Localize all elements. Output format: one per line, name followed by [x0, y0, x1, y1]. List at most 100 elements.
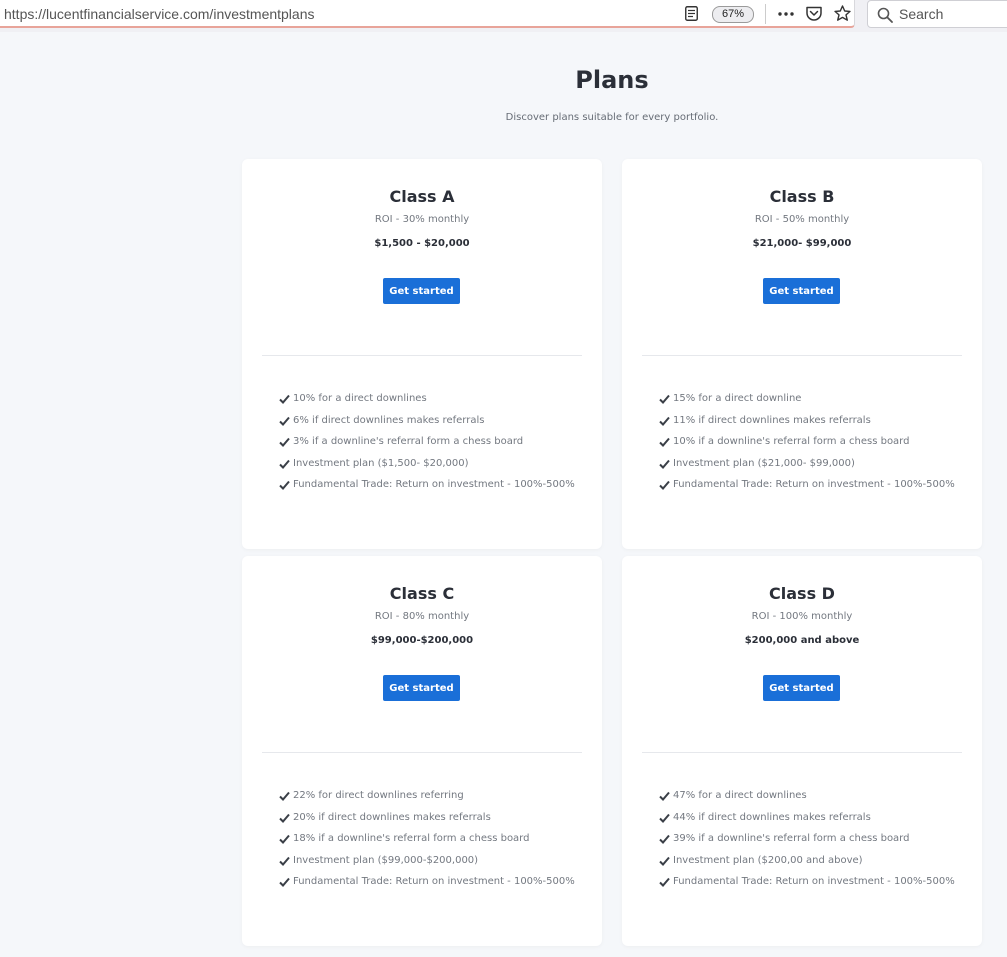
bookmark-star-icon[interactable] — [834, 5, 851, 22]
plan-range: $1,500 - $20,000 — [374, 238, 470, 249]
url-host: https://lucentfinancialservice.com/ — [4, 6, 214, 22]
get-started-button[interactable]: Get started — [383, 675, 460, 701]
plan-name: Class D — [769, 584, 835, 603]
divider — [262, 752, 582, 753]
feature-text: Investment plan ($1,500- $20,000) — [293, 457, 469, 469]
check-icon — [659, 878, 670, 888]
check-icon — [659, 791, 670, 801]
check-icon — [659, 481, 670, 491]
feature-text: Investment plan ($21,000- $99,000) — [673, 457, 855, 469]
feature-text: 15% for a direct downline — [673, 393, 802, 404]
check-icon — [279, 459, 290, 469]
feature-item: Fundamental Trade: Return on investment … — [659, 876, 955, 898]
more-icon[interactable] — [777, 5, 795, 23]
divider — [262, 355, 582, 356]
feature-list: 47% for a direct downlines 44% if direct… — [659, 790, 955, 898]
toolbar-separator — [765, 4, 766, 24]
feature-item: 44% if direct downlines makes referrals — [659, 812, 955, 834]
feature-text: 22% for direct downlines referring — [293, 790, 464, 801]
check-icon — [279, 394, 290, 404]
feature-text: Fundamental Trade: Return on investment … — [673, 876, 955, 888]
browser-toolbar: https://lucentfinancialservice.com/inves… — [0, 0, 1007, 32]
feature-text: 6% if direct downlines makes referrals — [293, 414, 485, 426]
feature-text: 47% for a direct downlines — [673, 790, 807, 801]
address-bar[interactable]: https://lucentfinancialservice.com/inves… — [0, 0, 855, 28]
check-icon — [279, 416, 290, 426]
check-icon — [659, 835, 670, 845]
feature-text: 10% for a direct downlines — [293, 393, 427, 404]
feature-text: 20% if direct downlines makes referrals — [293, 811, 491, 823]
reader-view-icon[interactable] — [685, 6, 698, 21]
check-icon — [659, 416, 670, 426]
feature-item: Fundamental Trade: Return on investment … — [279, 479, 575, 501]
feature-item: Fundamental Trade: Return on investment … — [279, 876, 575, 898]
divider — [642, 355, 962, 356]
page-title: Plans — [575, 66, 649, 94]
feature-text: 18% if a downline's referral form a ches… — [293, 833, 530, 845]
check-icon — [659, 459, 670, 469]
feature-item: Investment plan ($1,500- $20,000) — [279, 458, 575, 480]
feature-item: 6% if direct downlines makes referrals — [279, 415, 575, 437]
divider — [642, 752, 962, 753]
check-icon — [659, 438, 670, 448]
feature-item: 11% if direct downlines makes referrals — [659, 415, 955, 437]
plan-name: Class B — [769, 187, 835, 206]
plan-card-class-a: Class A ROI - 30% monthly $1,500 - $20,0… — [242, 159, 602, 549]
feature-item: 18% if a downline's referral form a ches… — [279, 833, 575, 855]
plan-card-class-b: Class B ROI - 50% monthly $21,000- $99,0… — [622, 159, 982, 549]
check-icon — [659, 856, 670, 866]
check-icon — [279, 813, 290, 823]
feature-item: 10% for a direct downlines — [279, 393, 575, 415]
url-path: investmentplans — [213, 6, 315, 22]
feature-item: Investment plan ($99,000-$200,000) — [279, 855, 575, 877]
plan-roi: ROI - 50% monthly — [754, 214, 850, 225]
feature-item: 10% if a downline's referral form a ches… — [659, 436, 955, 458]
feature-item: 3% if a downline's referral form a chess… — [279, 436, 575, 458]
feature-text: Investment plan ($200,00 and above) — [673, 854, 863, 866]
plan-card-class-c: Class C ROI - 80% monthly $99,000-$200,0… — [242, 556, 602, 946]
feature-item: Investment plan ($21,000- $99,000) — [659, 458, 955, 480]
pocket-icon[interactable] — [806, 5, 822, 22]
plan-card-class-d: Class D ROI - 100% monthly $200,000 and … — [622, 556, 982, 946]
plan-range: $21,000- $99,000 — [752, 238, 852, 249]
get-started-button[interactable]: Get started — [763, 278, 840, 304]
feature-item: 22% for direct downlines referring — [279, 790, 575, 812]
check-icon — [279, 438, 290, 448]
feature-text: Fundamental Trade: Return on investment … — [293, 876, 575, 888]
feature-item: 47% for a direct downlines — [659, 790, 955, 812]
check-icon — [279, 835, 290, 845]
plan-range: $200,000 and above — [744, 635, 860, 646]
feature-text: Fundamental Trade: Return on investment … — [293, 479, 575, 491]
check-icon — [279, 791, 290, 801]
feature-item: 20% if direct downlines makes referrals — [279, 812, 575, 834]
plan-name: Class C — [389, 584, 455, 603]
search-input[interactable] — [899, 3, 1004, 25]
feature-item: 15% for a direct downline — [659, 393, 955, 415]
feature-item: Investment plan ($200,00 and above) — [659, 855, 955, 877]
feature-list: 15% for a direct downline 11% if direct … — [659, 393, 955, 501]
plan-name: Class A — [389, 187, 455, 206]
get-started-button[interactable]: Get started — [763, 675, 840, 701]
plan-roi: ROI - 100% monthly — [751, 611, 853, 622]
feature-item: 39% if a downline's referral form a ches… — [659, 833, 955, 855]
check-icon — [659, 394, 670, 404]
url-text[interactable]: https://lucentfinancialservice.com/inves… — [4, 6, 315, 22]
plan-roi: ROI - 30% monthly — [374, 214, 470, 225]
check-icon — [659, 813, 670, 823]
zoom-level-badge[interactable]: 67% — [712, 6, 754, 23]
feature-text: 11% if direct downlines makes referrals — [673, 414, 871, 426]
check-icon — [279, 481, 290, 491]
check-icon — [279, 856, 290, 866]
search-box[interactable] — [867, 0, 1007, 28]
search-icon — [877, 7, 893, 23]
feature-list: 10% for a direct downlines 6% if direct … — [279, 393, 575, 501]
feature-text: 10% if a downline's referral form a ches… — [673, 436, 910, 448]
plan-roi: ROI - 80% monthly — [374, 611, 470, 622]
feature-text: 39% if a downline's referral form a ches… — [673, 833, 910, 845]
feature-item: Fundamental Trade: Return on investment … — [659, 479, 955, 501]
page-subtitle: Discover plans suitable for every portfo… — [505, 112, 719, 123]
feature-text: Fundamental Trade: Return on investment … — [673, 479, 955, 491]
feature-text: Investment plan ($99,000-$200,000) — [293, 854, 479, 866]
get-started-button[interactable]: Get started — [383, 278, 460, 304]
feature-text: 44% if direct downlines makes referrals — [673, 811, 871, 823]
